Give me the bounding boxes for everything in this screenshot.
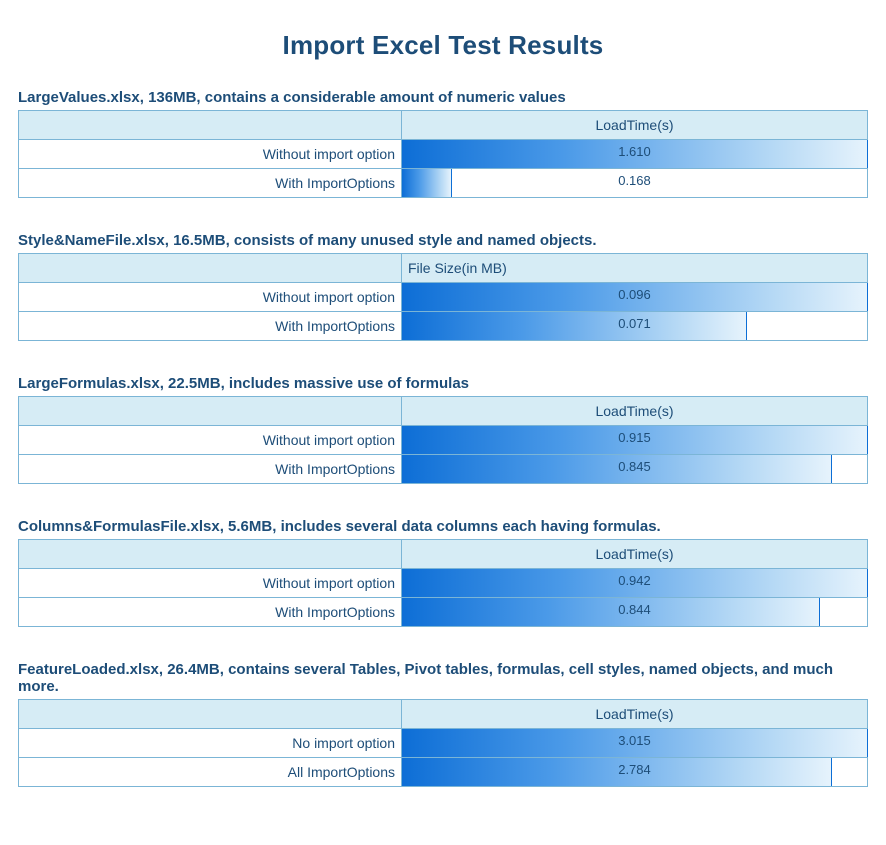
table-corner bbox=[19, 540, 402, 569]
bar-chart-table: LoadTime(s)No import option3.015All Impo… bbox=[18, 699, 868, 787]
section-title: FeatureLoaded.xlsx, 26.4MB, contains sev… bbox=[18, 661, 868, 695]
row-label: No import option bbox=[19, 729, 402, 758]
section-title: LargeFormulas.xlsx, 22.5MB, includes mas… bbox=[18, 375, 868, 392]
bar-value: 0.168 bbox=[402, 169, 867, 197]
table-row: With ImportOptions0.845 bbox=[19, 455, 868, 484]
metric-header: LoadTime(s) bbox=[402, 700, 868, 729]
bar-cell: 3.015 bbox=[402, 729, 868, 758]
row-label: With ImportOptions bbox=[19, 312, 402, 341]
table-corner bbox=[19, 254, 402, 283]
row-label: With ImportOptions bbox=[19, 455, 402, 484]
bar-chart-table: File Size(in MB)Without import option0.0… bbox=[18, 253, 868, 341]
bar-cell: 0.845 bbox=[402, 455, 868, 484]
bar-cell: 1.610 bbox=[402, 140, 868, 169]
row-label: Without import option bbox=[19, 140, 402, 169]
table-corner bbox=[19, 397, 402, 426]
row-label: Without import option bbox=[19, 569, 402, 598]
bar-value: 0.071 bbox=[402, 312, 867, 340]
bar-value: 3.015 bbox=[402, 729, 867, 757]
bar-cell: 0.096 bbox=[402, 283, 868, 312]
row-label: With ImportOptions bbox=[19, 169, 402, 198]
section-title: Style&NameFile.xlsx, 16.5MB, consists of… bbox=[18, 232, 868, 249]
table-row: Without import option0.096 bbox=[19, 283, 868, 312]
table-row: With ImportOptions0.071 bbox=[19, 312, 868, 341]
section-title: LargeValues.xlsx, 136MB, contains a cons… bbox=[18, 89, 868, 106]
table-corner bbox=[19, 111, 402, 140]
bar-cell: 0.942 bbox=[402, 569, 868, 598]
bar-chart-table: LoadTime(s)Without import option0.942Wit… bbox=[18, 539, 868, 627]
bar-cell: 0.168 bbox=[402, 169, 868, 198]
row-label: All ImportOptions bbox=[19, 758, 402, 787]
page-title: Import Excel Test Results bbox=[18, 30, 868, 61]
row-label: Without import option bbox=[19, 426, 402, 455]
table-corner bbox=[19, 700, 402, 729]
section-title: Columns&FormulasFile.xlsx, 5.6MB, includ… bbox=[18, 518, 868, 535]
chart-section: Columns&FormulasFile.xlsx, 5.6MB, includ… bbox=[18, 518, 868, 627]
table-row: Without import option0.942 bbox=[19, 569, 868, 598]
row-label: Without import option bbox=[19, 283, 402, 312]
row-label: With ImportOptions bbox=[19, 598, 402, 627]
metric-header: LoadTime(s) bbox=[402, 111, 868, 140]
table-row: Without import option0.915 bbox=[19, 426, 868, 455]
chart-section: FeatureLoaded.xlsx, 26.4MB, contains sev… bbox=[18, 661, 868, 787]
metric-header: LoadTime(s) bbox=[402, 540, 868, 569]
bar-value: 0.915 bbox=[402, 426, 867, 454]
bar-value: 0.844 bbox=[402, 598, 867, 626]
chart-section: LargeFormulas.xlsx, 22.5MB, includes mas… bbox=[18, 375, 868, 484]
bar-value: 0.845 bbox=[402, 455, 867, 483]
chart-section: Style&NameFile.xlsx, 16.5MB, consists of… bbox=[18, 232, 868, 341]
metric-header: File Size(in MB) bbox=[402, 254, 868, 283]
table-row: With ImportOptions0.844 bbox=[19, 598, 868, 627]
bar-chart-table: LoadTime(s)Without import option0.915Wit… bbox=[18, 396, 868, 484]
table-row: With ImportOptions0.168 bbox=[19, 169, 868, 198]
bar-cell: 0.071 bbox=[402, 312, 868, 341]
bar-cell: 0.915 bbox=[402, 426, 868, 455]
bar-value: 0.942 bbox=[402, 569, 867, 597]
bar-chart-table: LoadTime(s)Without import option1.610Wit… bbox=[18, 110, 868, 198]
bar-value: 2.784 bbox=[402, 758, 867, 786]
bar-cell: 2.784 bbox=[402, 758, 868, 787]
table-row: Without import option1.610 bbox=[19, 140, 868, 169]
table-row: All ImportOptions2.784 bbox=[19, 758, 868, 787]
bar-value: 0.096 bbox=[402, 283, 867, 311]
bar-value: 1.610 bbox=[402, 140, 867, 168]
chart-section: LargeValues.xlsx, 136MB, contains a cons… bbox=[18, 89, 868, 198]
table-row: No import option3.015 bbox=[19, 729, 868, 758]
bar-cell: 0.844 bbox=[402, 598, 868, 627]
metric-header: LoadTime(s) bbox=[402, 397, 868, 426]
